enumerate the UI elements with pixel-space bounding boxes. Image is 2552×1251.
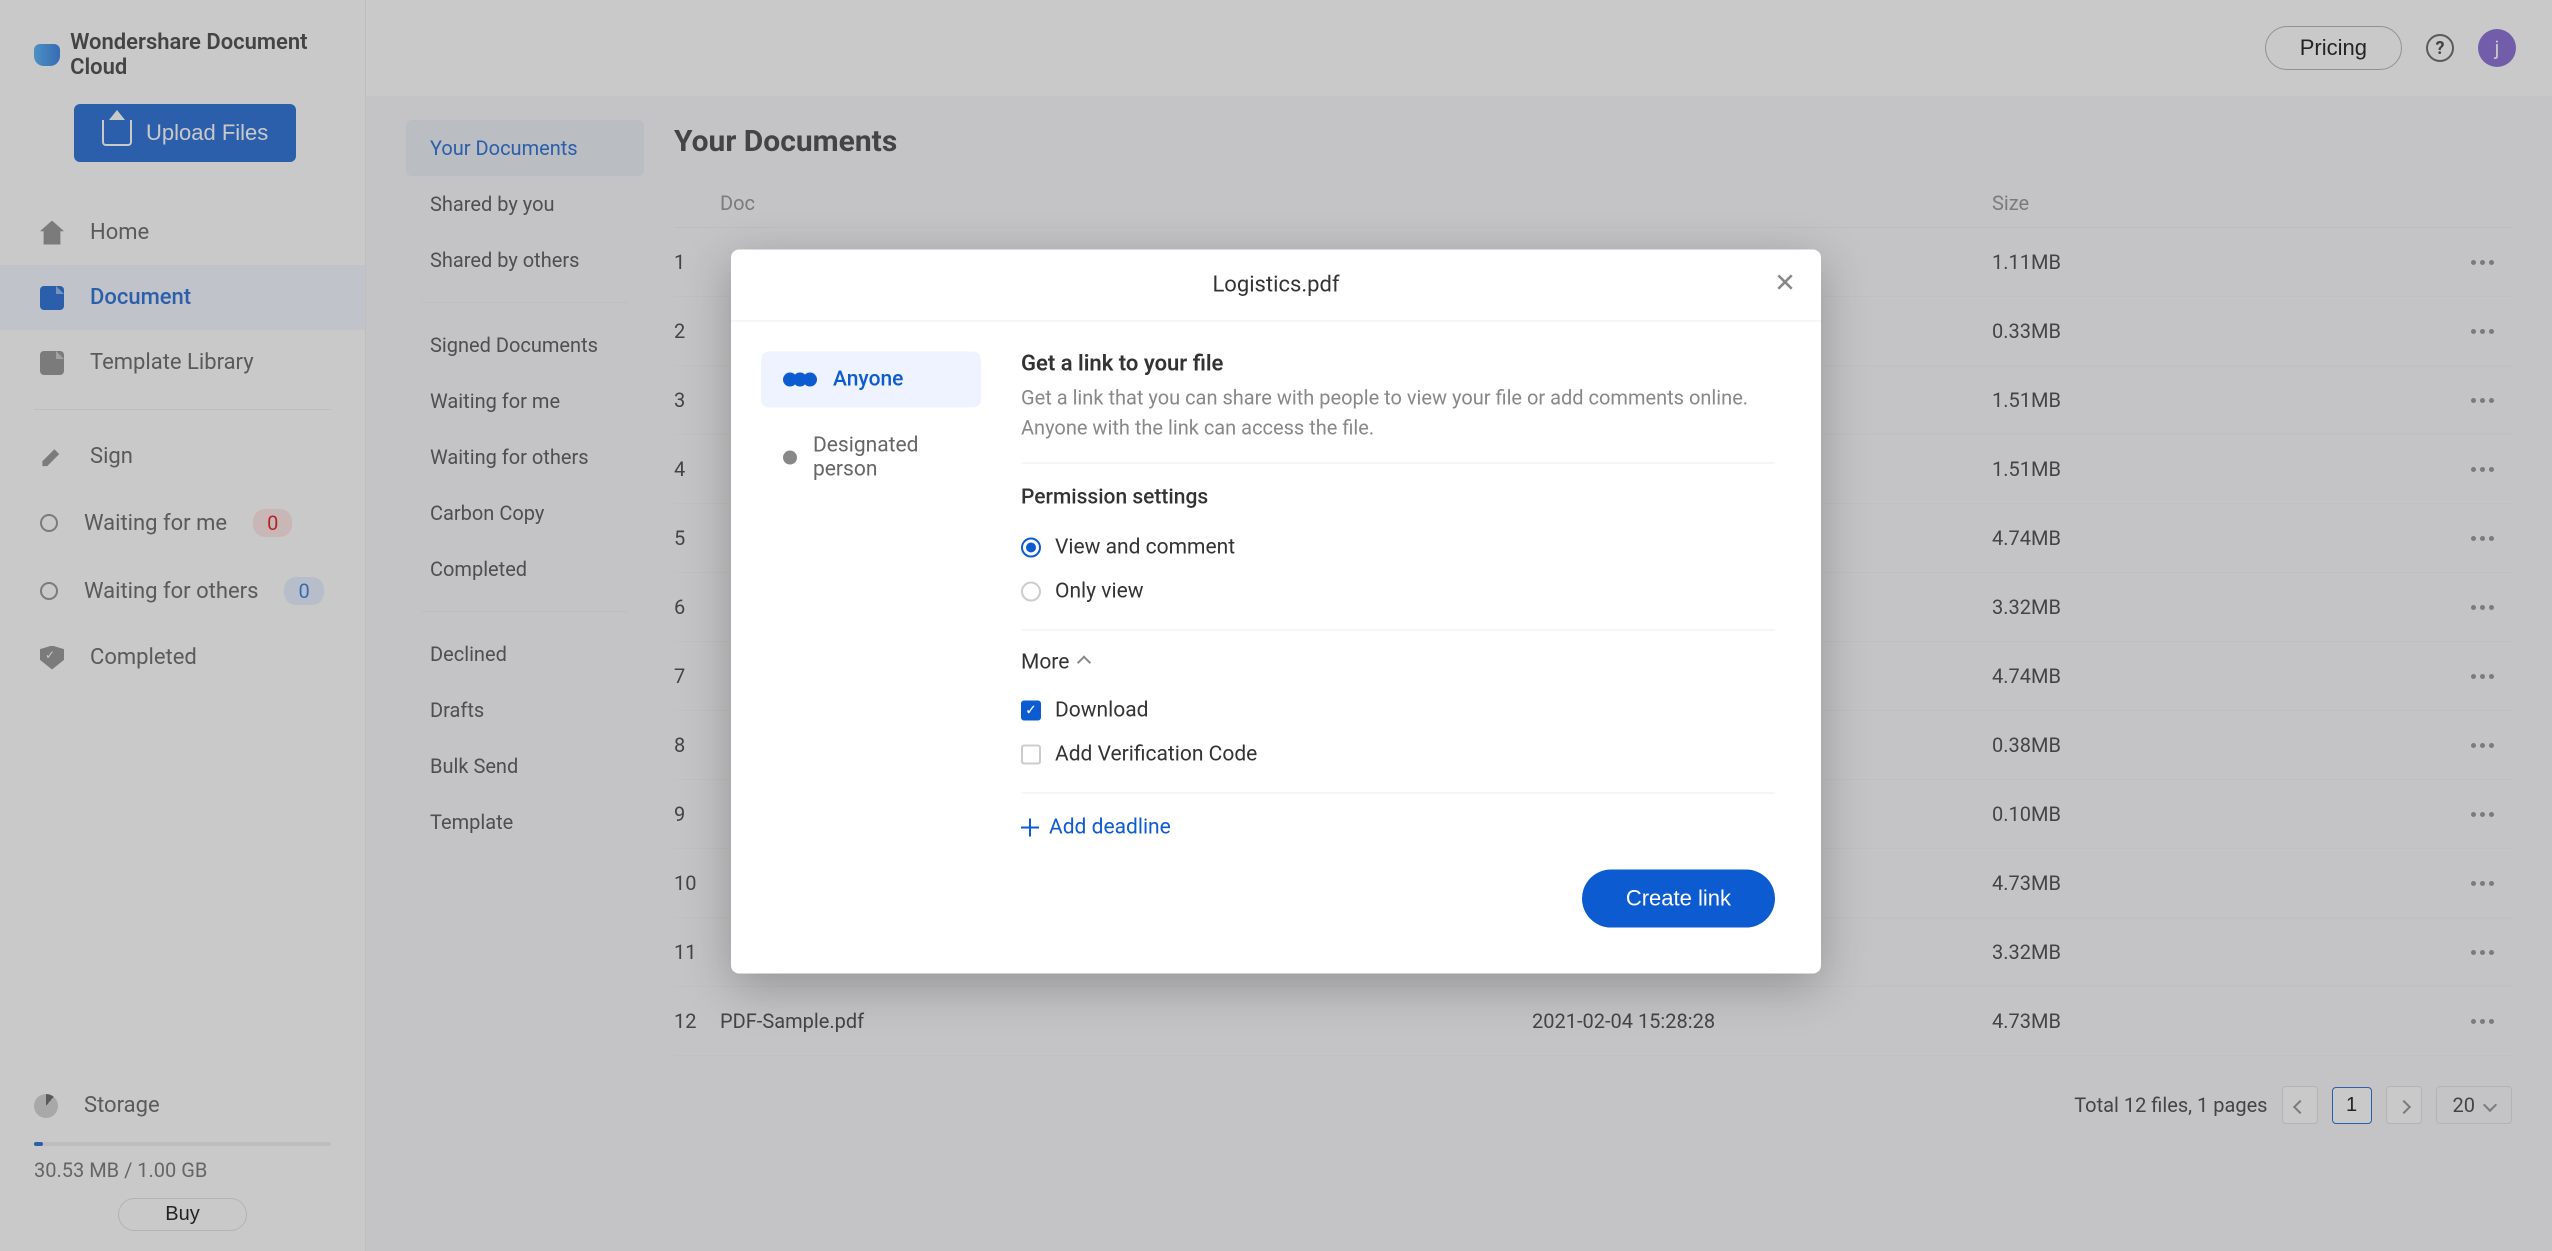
- radio-icon: [1021, 537, 1041, 557]
- add-deadline-button[interactable]: Add deadline: [1021, 809, 1775, 839]
- people-icon: [783, 372, 817, 386]
- more-toggle[interactable]: More: [1021, 646, 1775, 688]
- share-tab-designated-label: Designated person: [813, 433, 959, 481]
- chevron-up-icon: [1077, 655, 1091, 669]
- modal-footer: Create link: [731, 869, 1821, 973]
- radio-view-comment-label: View and comment: [1055, 535, 1235, 559]
- share-tab-anyone[interactable]: Anyone: [761, 351, 981, 407]
- verification-label: Add Verification Code: [1055, 742, 1257, 766]
- create-link-button[interactable]: Create link: [1582, 869, 1775, 927]
- checkbox-download[interactable]: ✓ Download: [1021, 688, 1775, 732]
- share-modal: Logistics.pdf ✕ Anyone Designated person…: [731, 249, 1821, 973]
- more-label: More: [1021, 650, 1069, 674]
- share-tabs: Anyone Designated person: [761, 351, 981, 839]
- radio-only-view[interactable]: Only view: [1021, 569, 1775, 613]
- checkbox-icon: ✓: [1021, 700, 1041, 720]
- checkbox-icon: [1021, 744, 1041, 764]
- plus-icon: [1021, 818, 1039, 836]
- separator: [1021, 792, 1775, 793]
- separator: [1021, 629, 1775, 630]
- link-title: Get a link to your file: [1021, 351, 1775, 382]
- close-icon[interactable]: ✕: [1769, 267, 1801, 299]
- share-tab-anyone-label: Anyone: [833, 367, 903, 391]
- modal-title: Logistics.pdf: [1212, 272, 1339, 297]
- radio-only-view-label: Only view: [1055, 579, 1144, 603]
- person-icon: [783, 450, 797, 464]
- permission-title: Permission settings: [1021, 463, 1775, 525]
- checkbox-verification[interactable]: Add Verification Code: [1021, 732, 1775, 776]
- modal-header: Logistics.pdf ✕: [731, 249, 1821, 321]
- link-description: Get a link that you can share with peopl…: [1021, 382, 1775, 463]
- radio-icon: [1021, 581, 1041, 601]
- share-tab-designated[interactable]: Designated person: [761, 417, 981, 497]
- share-content: Get a link to your file Get a link that …: [1021, 351, 1775, 839]
- add-deadline-label: Add deadline: [1049, 815, 1171, 839]
- download-label: Download: [1055, 698, 1149, 722]
- radio-view-and-comment[interactable]: View and comment: [1021, 525, 1775, 569]
